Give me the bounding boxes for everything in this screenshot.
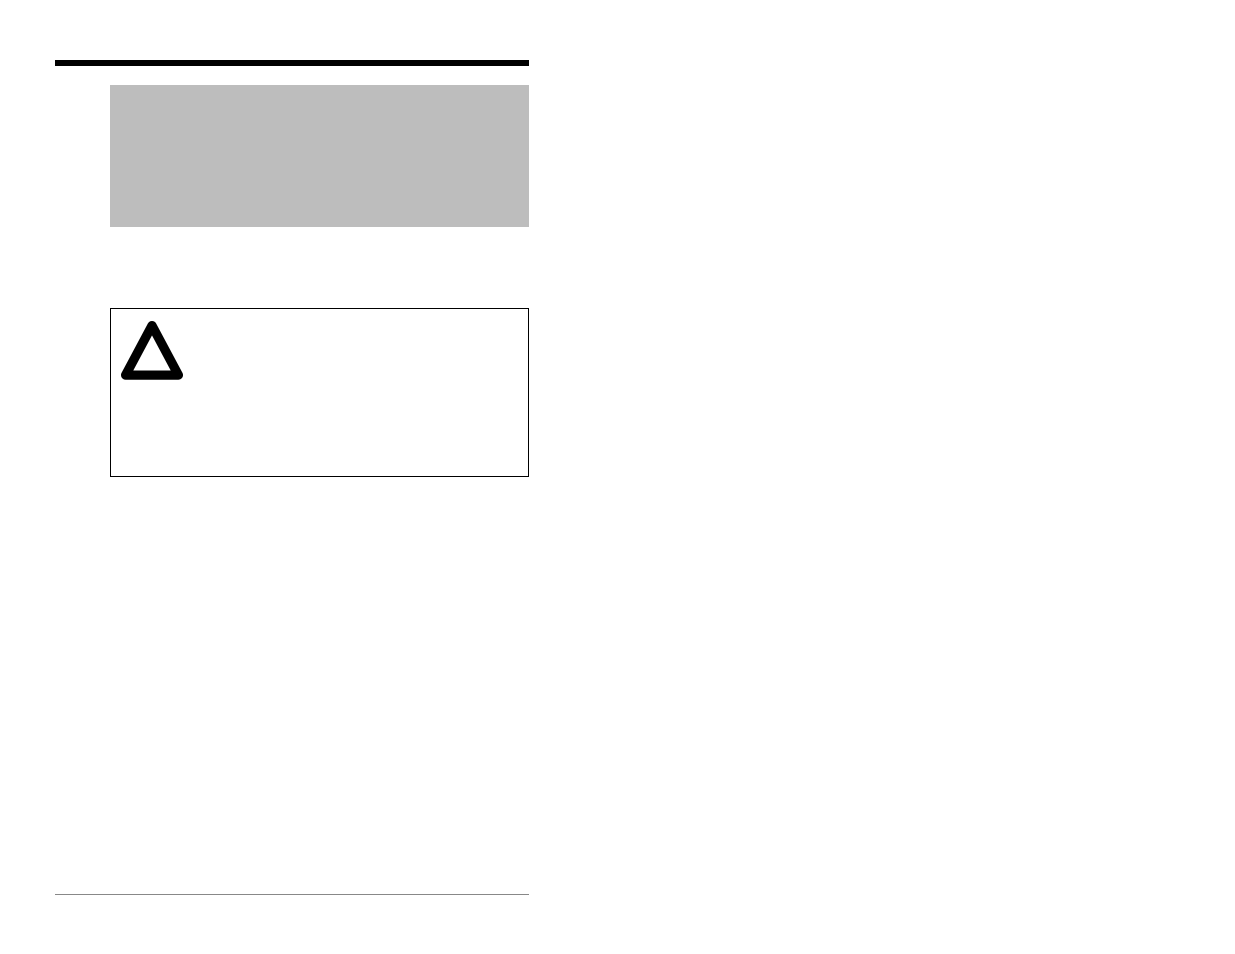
bottom-divider-rule: [55, 894, 529, 895]
attention-callout-box: [110, 308, 529, 477]
gray-placeholder-box: [110, 85, 529, 227]
attention-triangle-icon: [119, 319, 185, 385]
top-divider-rule: [55, 60, 529, 66]
document-page: [0, 0, 1235, 954]
